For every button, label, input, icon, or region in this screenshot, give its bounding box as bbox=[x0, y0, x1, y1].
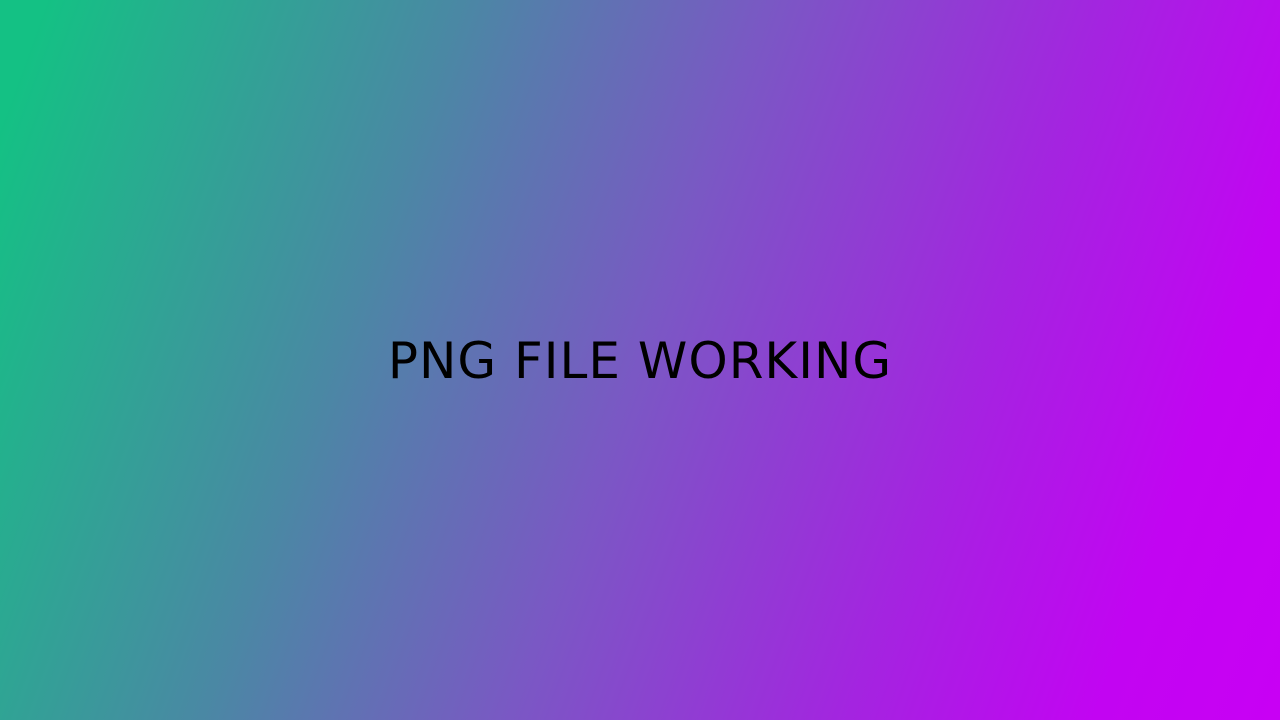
status-message: PNG FILE WORKING bbox=[387, 332, 893, 390]
gradient-background: PNG FILE WORKING bbox=[0, 0, 1280, 720]
